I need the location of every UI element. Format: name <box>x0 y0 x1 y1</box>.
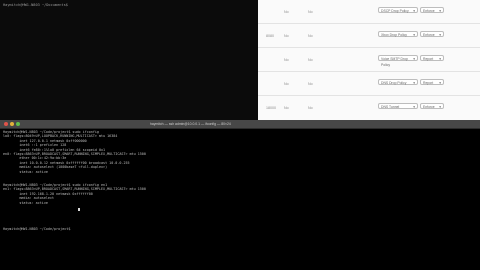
minimize-window-icon[interactable] <box>10 122 14 126</box>
flag-cell: No <box>284 58 289 62</box>
chevron-down-icon: ▾ <box>439 33 441 37</box>
table-row: No No DNS Drop Policy ▾ Report ▾ <box>258 72 480 96</box>
table-row: No No DSCP Drop Policy ▾ Enforce ▾ <box>258 0 480 24</box>
flag-cell: No <box>284 10 289 14</box>
terminal-output: Haymitch@HW1-N803 ~/Code/project$ sudo i… <box>3 130 146 231</box>
window-title: haymitch — ssh admin@10.0.0.1 — ifconfig… <box>150 121 231 126</box>
zoom-window-icon[interactable] <box>16 122 20 126</box>
chevron-down-icon: ▾ <box>413 33 415 37</box>
action-select[interactable]: Enforce ▾ <box>420 103 444 109</box>
flag-cell: No <box>308 82 313 86</box>
close-window-icon[interactable] <box>4 122 8 126</box>
action-select[interactable]: Enforce ▾ <box>420 7 444 13</box>
action-select-value: Report <box>423 81 434 85</box>
policy-select[interactable]: DNS Drop Policy ▾ <box>378 79 418 85</box>
chevron-down-icon: ▾ <box>413 9 415 13</box>
chevron-down-icon: ▾ <box>413 81 415 85</box>
chevron-down-icon: ▾ <box>413 57 415 61</box>
policy-select-value: Voice SMTP Drop Policy <box>381 57 408 67</box>
chevron-down-icon: ▾ <box>439 9 441 13</box>
terminal-cursor <box>78 208 80 211</box>
port-cell: 18000 <box>266 106 276 110</box>
action-select[interactable]: Report ▾ <box>420 55 444 61</box>
terminal-line: Haymitch@HW1-N803 ~/Code/project$ <box>3 226 73 231</box>
action-select-value: Report <box>423 57 434 61</box>
action-select[interactable]: Report ▾ <box>420 79 444 85</box>
table-row: 8080 No No Xbox Drop Policy ▾ Enforce ▾ <box>258 24 480 48</box>
web-rules-table: No No DSCP Drop Policy ▾ Enforce ▾ 8080 No… <box>258 0 480 120</box>
flag-cell: No <box>284 34 289 38</box>
policy-select[interactable]: DNS Tunnel ▾ <box>378 103 418 109</box>
port-cell: 8080 <box>266 34 274 38</box>
flag-cell: No <box>308 10 313 14</box>
chevron-down-icon: ▾ <box>413 105 415 109</box>
flag-cell: No <box>284 82 289 86</box>
chevron-down-icon: ▾ <box>439 105 441 109</box>
table-row: No No Voice SMTP Drop Policy ▾ Report ▾ <box>258 48 480 72</box>
terminal-titlebar[interactable]: haymitch — ssh admin@10.0.0.1 — ifconfig… <box>0 120 480 129</box>
chevron-down-icon: ▾ <box>439 81 441 85</box>
top-terminal-window[interactable]: Haymitch@HW1-N803 ~/Documents$ <box>0 0 258 120</box>
action-select-value: Enforce <box>423 33 435 37</box>
table-row: 18000 No No DNS Tunnel ▾ Enforce ▾ <box>258 96 480 119</box>
flag-cell: No <box>308 34 313 38</box>
policy-select[interactable]: Voice SMTP Drop Policy ▾ <box>378 55 418 67</box>
flag-cell: No <box>284 106 289 110</box>
action-select[interactable]: Enforce ▾ <box>420 31 444 37</box>
policy-select[interactable]: DSCP Drop Policy ▾ <box>378 7 418 13</box>
terminal-prompt: Haymitch@HW1-N803 ~/Documents$ <box>3 3 68 7</box>
policy-select-value: Xbox Drop Policy <box>381 33 408 37</box>
policy-select-value: DNS Tunnel <box>381 105 400 109</box>
chevron-down-icon: ▾ <box>439 57 441 61</box>
bottom-terminal-window[interactable]: haymitch — ssh admin@10.0.0.1 — ifconfig… <box>0 120 480 270</box>
policy-select[interactable]: Xbox Drop Policy ▾ <box>378 31 418 37</box>
flag-cell: No <box>308 58 313 62</box>
action-select-value: Enforce <box>423 105 435 109</box>
flag-cell: No <box>308 106 313 110</box>
action-select-value: Enforce <box>423 9 435 13</box>
policy-select-value: DNS Drop Policy <box>381 81 407 85</box>
policy-select-value: DSCP Drop Policy <box>381 9 409 13</box>
